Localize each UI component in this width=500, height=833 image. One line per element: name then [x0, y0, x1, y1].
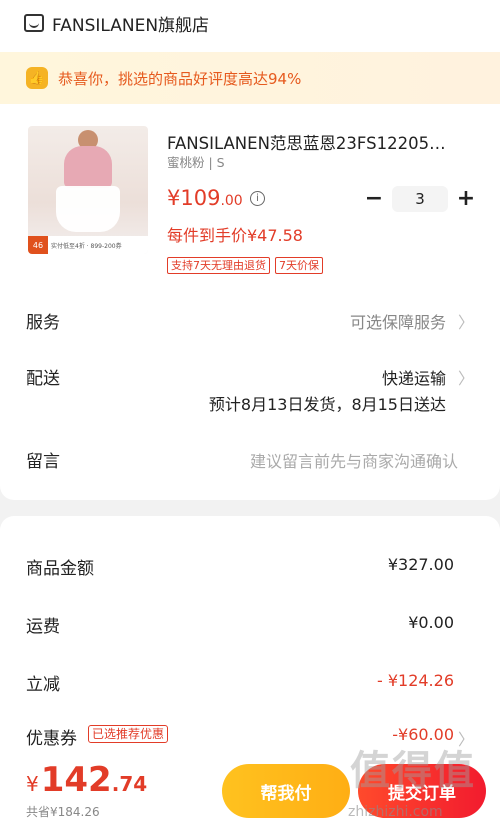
discount-label: 立减 [26, 675, 60, 695]
shipping-value: ¥0.00 [408, 613, 454, 632]
help-me-pay-button[interactable]: 帮我付 [222, 764, 350, 818]
service-row[interactable]: 服务 可选保障服务 〉 [0, 306, 500, 333]
chevron-right-icon[interactable]: 〉 [458, 726, 474, 750]
shipping-label: 运费 [26, 617, 60, 637]
total-integer: 142 [40, 760, 112, 800]
quantity-plus-button[interactable]: + [454, 186, 478, 212]
total-price: ¥ 142 .74 [26, 760, 147, 800]
discount-value: - ¥124.26 [376, 671, 454, 690]
service-label: 服务 [26, 313, 60, 333]
coupon-value[interactable]: -¥60.00 [392, 725, 454, 744]
service-tags: 支持7天无理由退货 7天价保 [167, 257, 323, 274]
product-title[interactable]: FANSILANEN范思蓝恩23FS12205… [167, 130, 467, 154]
return-tag: 支持7天无理由退货 [167, 257, 270, 274]
white-skirt [56, 186, 120, 232]
each-price: 每件到手价¥47.58 [167, 226, 303, 245]
delivery-label: 配送 [26, 369, 60, 389]
image-promo-tag: 46 实付低至4折 · 899-200券 [28, 236, 148, 254]
delivery-row[interactable]: 配送 快递运输 〉 预计8月13日发货，8月15日送达 [0, 362, 500, 416]
product-price: ¥109 .00 [167, 186, 243, 210]
total-decimal: .74 [111, 772, 148, 796]
total-currency: ¥ [26, 772, 39, 796]
submit-order-button[interactable]: 提交订单 [358, 764, 486, 818]
coupon-label: 优惠券 [26, 729, 77, 749]
pink-top [64, 146, 112, 188]
promo-text: 实付低至4折 · 899-200券 [51, 242, 122, 250]
goods-amount-label: 商品金额 [26, 559, 94, 579]
chevron-right-icon: 〉 [457, 369, 474, 388]
rating-banner: 👍 恭喜你，挑选的商品好评度高达94% [0, 52, 500, 104]
price-protect-tag: 7天价保 [275, 257, 323, 274]
thumbs-up-icon: 👍 [26, 67, 48, 89]
quantity-minus-button[interactable]: − [362, 186, 386, 212]
note-input[interactable]: 建议留言前先与商家沟通确认 [250, 448, 458, 472]
product-spec[interactable]: 蜜桃粉 | S [167, 152, 225, 171]
banner-text: 恭喜你，挑选的商品好评度高达94% [58, 69, 302, 88]
store-name: FANSILANEN旗舰店 [52, 15, 210, 36]
quantity-input[interactable]: 3 [392, 186, 448, 212]
price-integer: ¥109 [167, 186, 221, 210]
goods-amount-value: ¥327.00 [387, 555, 454, 574]
delivery-method: 快递运输 [381, 369, 446, 388]
store-header[interactable]: FANSILANEN旗舰店 [24, 10, 209, 36]
service-value: 可选保障服务 [349, 313, 446, 332]
coupon-recommended-badge: 已选推荐优惠 [88, 725, 169, 743]
note-label: 留言 [26, 452, 60, 472]
store-icon [24, 14, 44, 32]
delivery-eta: 预计8月13日发货，8月15日送达 [208, 395, 446, 414]
chevron-right-icon: 〉 [457, 313, 474, 332]
price-decimal: .00 [220, 193, 243, 209]
total-saved: 共省¥184.26 [26, 805, 100, 819]
note-row[interactable]: 留言 建议留言前先与商家沟通确认 [0, 446, 500, 472]
info-icon[interactable]: i [250, 191, 265, 206]
order-card: FANSILANEN旗舰店 👍 恭喜你，挑选的商品好评度高达94% 46 实付低… [0, 0, 500, 500]
product-image[interactable]: 46 实付低至4折 · 899-200券 [28, 126, 148, 254]
promo-badge: 46 [28, 236, 48, 254]
